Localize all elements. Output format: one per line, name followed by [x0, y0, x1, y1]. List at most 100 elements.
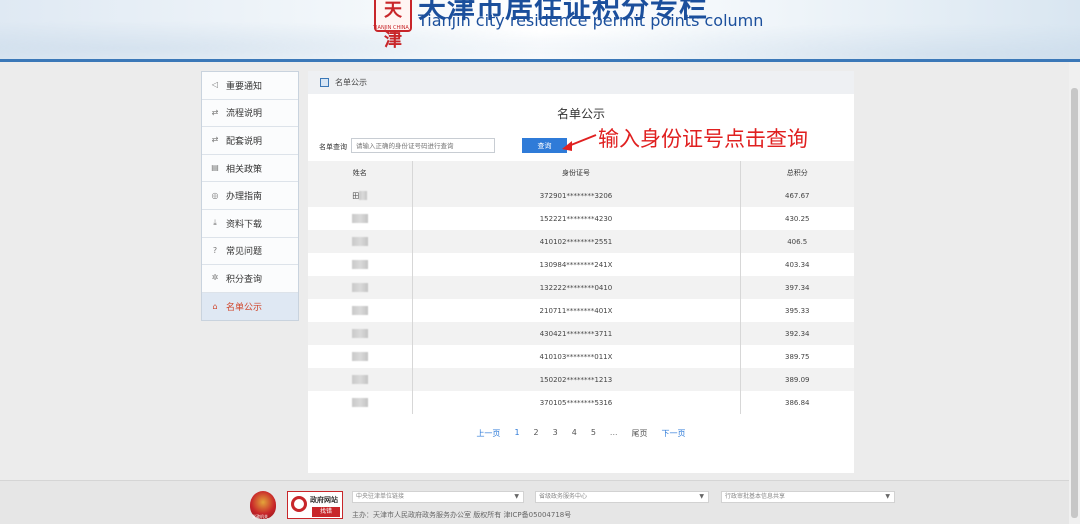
- next-page-link[interactable]: 下一页: [662, 428, 686, 439]
- report-error-badge[interactable]: 政府网站 找错: [287, 491, 343, 519]
- sidebar-item-important-notice[interactable]: ◁ 重要通知: [202, 72, 298, 100]
- sidebar-item-faq[interactable]: ? 常见问题: [202, 237, 298, 266]
- sidebar-item-label: 流程说明: [226, 109, 263, 120]
- page-scrollbar[interactable]: [1069, 62, 1080, 524]
- last-page-link[interactable]: 尾页: [632, 428, 648, 439]
- cell-id: 210711********401X: [412, 299, 741, 322]
- sidebar-item-guide[interactable]: ◎ 办理指南: [202, 182, 298, 210]
- sidebar-nav: ◁ 重要通知 ⇄ 流程说明 ⇄ 配套说明 ▤ 相关政策 ◎ 办理指南 ⤓ 资料下…: [201, 71, 299, 322]
- sidebar-item-label: 重要通知: [226, 81, 263, 92]
- main-panel: 名单公示 名单公示 名单查询 查询 输入身份证号点击查询 姓名 身份证号 总积分…: [308, 71, 854, 473]
- gear-icon: ✲: [211, 273, 219, 283]
- select-value: 省级政务服务中心: [539, 493, 588, 500]
- table-row: 130984********241X 403.34: [308, 253, 854, 276]
- site-title-en: Tianjin city residence permit points col…: [418, 11, 764, 30]
- cell-id: 152221********4230: [412, 207, 741, 230]
- table-row: 152221********4230 430.25: [308, 207, 854, 230]
- cell-score: 395.33: [785, 306, 810, 315]
- flow-icon: ⇄: [211, 107, 219, 117]
- sidebar-item-process[interactable]: ⇄ 流程说明: [202, 99, 298, 128]
- search-label: 名单查询: [319, 143, 347, 151]
- cell-id: 410102********2551: [412, 230, 741, 253]
- redacted-name: [351, 329, 368, 338]
- cell-name: [308, 345, 413, 368]
- page-link-4[interactable]: 4: [572, 428, 577, 439]
- compass-icon: ◎: [211, 190, 219, 200]
- cell-score: 397.34: [740, 276, 854, 299]
- scrollbar-thumb[interactable]: [1071, 88, 1078, 518]
- cell-name: [308, 299, 413, 322]
- header-name: 姓名: [308, 161, 413, 184]
- select-value: 行政审批基本信息共享: [725, 493, 786, 500]
- sidebar-item-supporting[interactable]: ⇄ 配套说明: [202, 127, 298, 155]
- sidebar-item-label: 积分查询: [226, 274, 263, 285]
- cell-name: [308, 276, 413, 299]
- sidebar-item-label: 常见问题: [226, 247, 263, 258]
- pagination: 上一页 1 2 3 4 5 ... 尾页 下一页: [308, 428, 854, 439]
- link-icon: ⇄: [211, 135, 219, 145]
- table-row: 410102********2551 406.5: [308, 230, 854, 253]
- seal-caption: TIANJIN CHINA: [373, 25, 409, 31]
- list-icon: ⌂: [212, 301, 218, 311]
- redacted-name: [351, 214, 368, 223]
- cell-id: 150202********1213: [412, 368, 741, 391]
- sidebar-item-name-list[interactable]: ⌂ 名单公示: [202, 292, 298, 321]
- cell-score: 467.67: [740, 184, 854, 207]
- sidebar-item-score-query[interactable]: ✲ 积分查询: [202, 265, 298, 293]
- copyright-text: 主办：天津市人民政府政务服务办公室 版权所有 津ICP备05004718号: [352, 511, 572, 519]
- page-link-5[interactable]: 5: [591, 428, 596, 439]
- sidebar-item-downloads[interactable]: ⤓ 资料下载: [202, 209, 298, 238]
- header-score: 总积分: [740, 161, 854, 184]
- page-link-1[interactable]: 1: [514, 428, 519, 439]
- magnifier-icon: [291, 496, 307, 512]
- sidebar-item-label: 资料下载: [226, 219, 263, 230]
- cell-id: 132222********0410: [412, 276, 741, 299]
- provincial-centers-select[interactable]: 省级政务服务中心 ▼: [535, 491, 709, 503]
- select-value: 中央驻津单位链接: [356, 493, 405, 500]
- table-row: 132222********0410 397.34: [308, 276, 854, 299]
- dropdown-arrow-icon: ▼: [699, 493, 704, 500]
- redacted-name: [351, 260, 368, 269]
- cell-score: 406.5: [740, 230, 854, 253]
- sidebar-item-policies[interactable]: ▤ 相关政策: [202, 154, 298, 183]
- cell-id: 370105********5316: [412, 391, 741, 414]
- emblem-caption: 党政机关: [252, 514, 268, 519]
- cell-name: [308, 230, 413, 253]
- cell-id: 430421********3711: [412, 322, 741, 345]
- table-header-row: 姓名 身份证号 总积分: [308, 161, 854, 184]
- redacted-name: [351, 283, 368, 292]
- cell-score: 430.25: [785, 214, 810, 223]
- site-footer: 党政机关 政府网站 找错 中央驻津单位链接 ▼ 省级政务服务中心 ▼ 行政审批基…: [0, 480, 1069, 524]
- page-link-3[interactable]: 3: [553, 428, 558, 439]
- cell-name: [308, 253, 413, 276]
- table-row: 370105********5316 386.84: [308, 391, 854, 414]
- cell-score: 389.75: [785, 352, 810, 361]
- name-visible-part: 田: [352, 191, 360, 200]
- redacted-name: [351, 306, 368, 315]
- table-row: 150202********1213 389.09: [308, 368, 854, 391]
- sidebar-item-label: 相关政策: [226, 164, 263, 175]
- redacted-name: [351, 375, 368, 384]
- sidebar-item-label: 名单公示: [226, 303, 263, 314]
- central-units-select[interactable]: 中央驻津单位链接 ▼: [352, 491, 524, 503]
- redacted-name: [359, 191, 368, 200]
- cell-name: [308, 322, 413, 345]
- approval-info-select[interactable]: 行政审批基本信息共享 ▼: [721, 491, 895, 503]
- cell-score: 389.09: [740, 368, 854, 391]
- cell-name: [308, 207, 413, 230]
- page-link-2[interactable]: 2: [534, 428, 539, 439]
- table-row: 田 372901********3206 467.67: [308, 184, 854, 207]
- id-search-input[interactable]: [351, 138, 495, 153]
- cell-id: 410103********011X: [412, 345, 741, 368]
- prev-page-link[interactable]: 上一页: [476, 428, 500, 439]
- cell-name: [308, 391, 413, 414]
- cell-score: 392.34: [740, 322, 854, 345]
- table-row: 430421********3711 392.34: [308, 322, 854, 345]
- breadcrumb-label: 名单公示: [335, 78, 367, 87]
- sidebar-item-label: 配套说明: [226, 136, 263, 147]
- cell-id: 372901********3206: [412, 184, 741, 207]
- cell-score: 386.84: [785, 398, 810, 407]
- site-header: 天津 TIANJIN CHINA 天津市居住证积分专栏 Tianjin city…: [0, 0, 1080, 62]
- breadcrumb: 名单公示: [308, 71, 854, 94]
- question-icon: ?: [212, 245, 218, 255]
